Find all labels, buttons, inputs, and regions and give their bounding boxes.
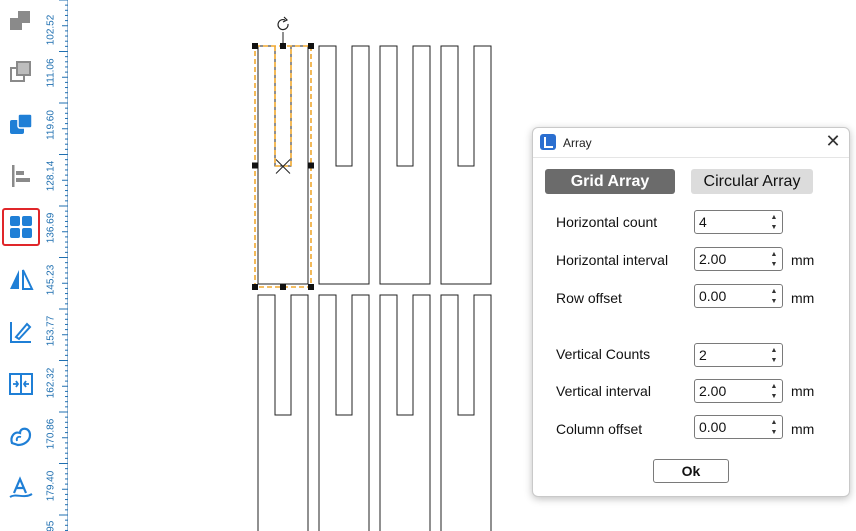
array-shape[interactable] (440, 45, 492, 285)
horizontal-interval-spinbox[interactable]: ▲ ▼ (694, 247, 783, 271)
array-icon (10, 216, 32, 238)
fit-icon (9, 373, 33, 395)
array-shape[interactable] (257, 294, 309, 531)
resize-handle[interactable] (280, 284, 286, 290)
text-path-icon (9, 476, 33, 498)
contour-icon (10, 427, 32, 447)
dialog-titlebar[interactable]: Array ✕ (533, 128, 849, 158)
spin-down-icon[interactable]: ▼ (769, 260, 779, 269)
dialog-title: Array (563, 136, 592, 150)
vertical-interval-label: Vertical interval (556, 383, 651, 399)
horizontal-count-spinbox[interactable]: ▲ ▼ (694, 210, 783, 234)
spin-down-icon[interactable]: ▼ (769, 356, 779, 365)
text-path-tool-button[interactable] (2, 469, 40, 507)
rotate-icon[interactable] (277, 19, 289, 31)
unit-label: mm (791, 290, 815, 306)
boolean-icon (10, 113, 33, 134)
array-tool-button[interactable] (2, 208, 40, 246)
resize-handle[interactable] (252, 43, 258, 49)
vertical-counts-label: Vertical Counts (556, 346, 651, 362)
spin-up-icon[interactable]: ▲ (769, 382, 779, 391)
resize-handle[interactable] (252, 162, 258, 169)
resize-handle[interactable] (280, 43, 286, 49)
column-offset-label: Column offset (556, 421, 643, 437)
fit-tool-button[interactable] (2, 365, 40, 403)
unit-label: mm (791, 252, 815, 268)
align-tool-button[interactable] (2, 157, 40, 195)
spin-down-icon[interactable]: ▼ (769, 223, 779, 232)
spin-up-icon[interactable]: ▲ (769, 287, 779, 296)
ruler-label: 170.86 (45, 418, 57, 450)
ruler-label: 179.40 (45, 470, 57, 502)
vertical-counts-spinbox[interactable]: ▲ ▼ (694, 343, 783, 367)
spin-up-icon[interactable]: ▲ (769, 418, 779, 427)
vertical-interval-input[interactable] (699, 382, 765, 400)
ok-button[interactable]: Ok (653, 459, 729, 483)
spin-down-icon[interactable]: ▼ (769, 392, 779, 401)
combine-tool-button[interactable] (2, 2, 40, 40)
spin-up-icon[interactable]: ▲ (769, 250, 779, 259)
edit-node-tool-button[interactable] (2, 313, 40, 351)
array-shape[interactable] (379, 294, 431, 531)
row-offset-spinbox[interactable]: ▲ ▼ (694, 284, 783, 308)
group-icon (10, 61, 31, 82)
spin-up-icon[interactable]: ▲ (769, 213, 779, 222)
group-tool-button[interactable] (2, 53, 40, 91)
ruler-label: 153.77 (45, 315, 57, 347)
ruler-label: 102.52 (45, 14, 57, 46)
resize-handle[interactable] (308, 43, 314, 49)
unit-label: mm (791, 421, 815, 437)
spin-down-icon[interactable]: ▼ (769, 428, 779, 437)
spin-down-icon[interactable]: ▼ (769, 297, 779, 306)
array-dialog: Array ✕ Grid Array Circular Array Horizo… (532, 127, 850, 497)
horizontal-count-label: Horizontal count (556, 214, 658, 230)
unit-label: mm (791, 383, 815, 399)
row-offset-input[interactable] (699, 287, 765, 305)
ruler-label: 128.14 (45, 160, 57, 192)
combine-icon (10, 11, 30, 30)
tab-circular-array[interactable]: Circular Array (691, 169, 813, 194)
ruler-label: 111.06 (45, 58, 57, 88)
array-shape[interactable] (440, 294, 492, 531)
vertical-counts-input[interactable] (699, 346, 765, 364)
horizontal-count-input[interactable] (699, 213, 765, 231)
horizontal-interval-label: Horizontal interval (556, 252, 669, 268)
tab-grid-array[interactable]: Grid Array (545, 169, 675, 194)
mirror-tool-button[interactable] (2, 261, 40, 299)
close-button[interactable]: ✕ (823, 132, 843, 152)
vertical-ruler: 102.52 111.06 119.60 128.14 136.69 145.2… (42, 0, 68, 531)
column-offset-input[interactable] (699, 418, 765, 436)
ruler-label: 136.69 (45, 212, 57, 244)
selected-shape-outline (274, 46, 292, 167)
app-logo-icon (540, 134, 556, 150)
vertical-interval-spinbox[interactable]: ▲ ▼ (694, 379, 783, 403)
ruler-label: 187.95 (44, 516, 58, 531)
spin-up-icon[interactable]: ▲ (769, 346, 779, 355)
resize-handle[interactable] (252, 284, 258, 290)
resize-handle[interactable] (308, 284, 314, 290)
column-offset-spinbox[interactable]: ▲ ▼ (694, 415, 783, 439)
array-shape[interactable] (318, 294, 370, 531)
edit-node-icon (10, 322, 32, 343)
resize-handle[interactable] (308, 162, 314, 169)
left-toolbar (0, 0, 42, 531)
ruler-label: 119.60 (45, 110, 57, 140)
ruler-label: 145.23 (45, 264, 57, 296)
array-shape[interactable] (257, 45, 309, 285)
mirror-icon (10, 269, 34, 290)
array-shape[interactable] (318, 45, 370, 285)
align-icon (12, 165, 30, 187)
array-shape[interactable] (379, 45, 431, 285)
ruler-label: 162.32 (45, 367, 57, 399)
row-offset-label: Row offset (556, 290, 622, 306)
boolean-tool-button[interactable] (2, 105, 40, 143)
app-window: 102.52 111.06 119.60 128.14 136.69 145.2… (0, 0, 856, 531)
horizontal-interval-input[interactable] (699, 250, 765, 268)
contour-tool-button[interactable] (2, 417, 40, 455)
